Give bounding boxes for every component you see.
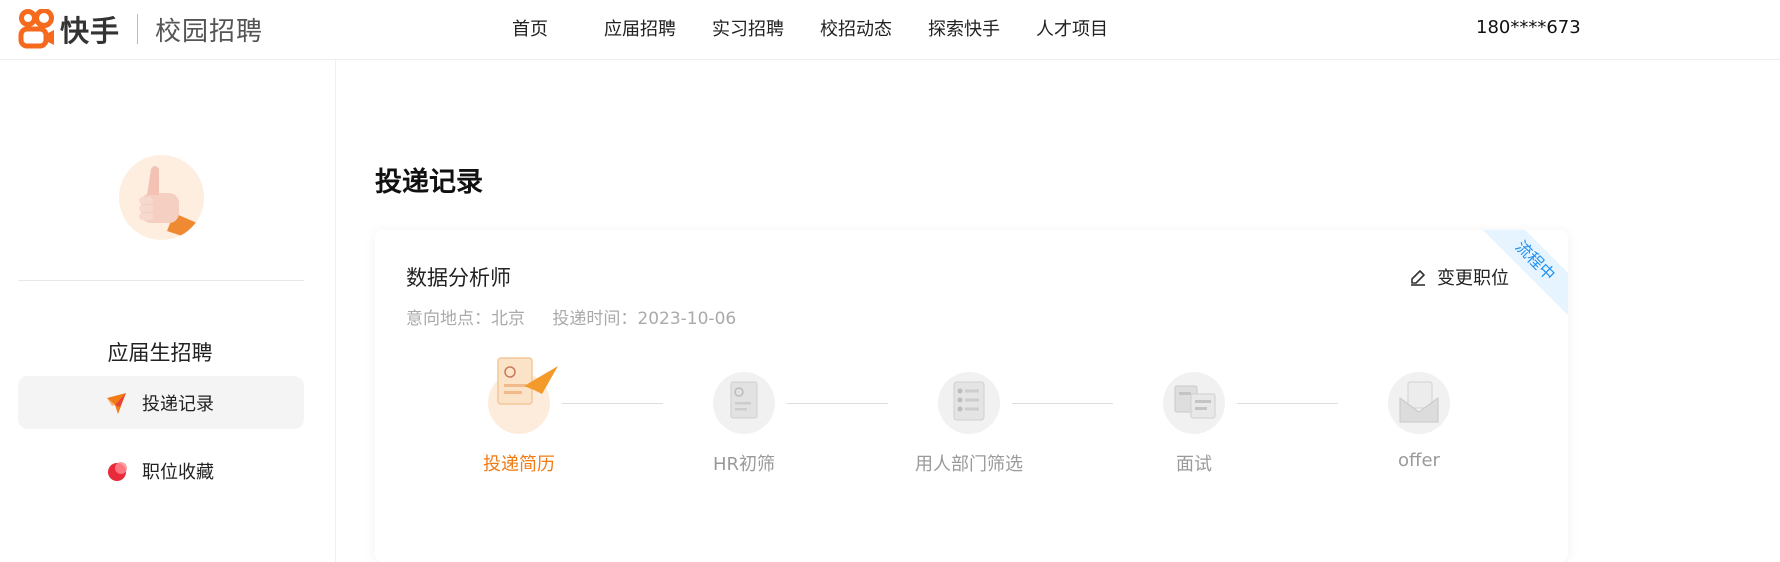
sidebar-item-label: 职位收藏 <box>142 461 214 483</box>
sidebar-section-title: 应届生招聘 <box>107 341 213 365</box>
job-meta: 意向地点：北京 投递时间：2023-10-06 <box>406 304 758 329</box>
nav-explore-kuaishou[interactable]: 探索快手 <box>928 15 1000 41</box>
user-account[interactable]: 180****673 <box>1476 17 1581 38</box>
step-interview: 面试 <box>1114 360 1274 476</box>
step-label: 面试 <box>1176 454 1212 475</box>
step-dept-screening: 用人部门筛选 <box>889 360 1049 476</box>
sidebar-divider <box>18 280 304 281</box>
sidebar-item-label: 投递记录 <box>142 393 214 415</box>
nav-intern-recruit[interactable]: 实习招聘 <box>712 15 784 41</box>
sidebar: 应届生招聘 投递记录 职位收藏 <box>0 60 336 562</box>
kuaishou-logo[interactable]: 快手 校园招聘 <box>18 8 264 49</box>
step-submit-resume: 投递简历 <box>439 357 599 476</box>
application-card: 流程中 数据分析师 意向地点：北京 投递时间：2023-10-06 变更职位 投… <box>375 230 1568 562</box>
job-submit-time: 投递时间：2023-10-06 <box>552 309 737 329</box>
sidebar-item-applications[interactable]: 投递记录 <box>18 376 304 429</box>
logo-divider <box>137 14 139 44</box>
page-title: 投递记录 <box>375 167 483 198</box>
nav-campus-news[interactable]: 校招动态 <box>820 15 892 41</box>
document-icon <box>713 372 775 434</box>
favorite-icon <box>104 458 130 484</box>
job-title: 数据分析师 <box>406 266 511 290</box>
avatar <box>119 155 204 240</box>
nav-graduate-recruit[interactable]: 应届招聘 <box>604 15 676 41</box>
resume-icon <box>488 357 558 434</box>
step-label: 用人部门筛选 <box>915 454 1023 475</box>
brand-name: 快手 <box>60 14 121 48</box>
step-label: HR初筛 <box>712 454 776 475</box>
kuaishou-logo-icon <box>18 8 56 49</box>
nav-talent-programs[interactable]: 人才项目 <box>1036 15 1108 41</box>
application-progress: 投递简历 HR初筛 用人部门筛选 面试 offer <box>375 357 1568 490</box>
job-location: 意向地点：北京 <box>406 309 525 329</box>
top-header: 快手 校园招聘 首页 应届招聘 实习招聘 校招动态 探索快手 人才项目 180*… <box>0 0 1780 60</box>
paper-plane-icon <box>104 390 130 416</box>
envelope-icon <box>1388 372 1450 434</box>
checklist-icon <box>938 372 1000 434</box>
step-hr-screening: HR初筛 <box>664 360 824 476</box>
nav-home[interactable]: 首页 <box>512 15 548 41</box>
step-label: offer <box>1398 450 1440 471</box>
main-nav: 首页 应届招聘 实习招聘 校招动态 探索快手 人才项目 <box>494 0 1144 56</box>
step-label: 投递简历 <box>483 454 555 475</box>
edit-icon <box>1411 270 1425 286</box>
change-position-label: 变更职位 <box>1437 268 1509 289</box>
interview-icon <box>1163 372 1225 434</box>
step-offer: offer <box>1339 360 1499 471</box>
sidebar-item-favorites[interactable]: 职位收藏 <box>18 444 304 497</box>
change-position-button[interactable]: 变更职位 <box>1409 264 1509 290</box>
site-subtitle: 校园招聘 <box>155 16 264 47</box>
thumbs-up-icon <box>139 166 197 239</box>
